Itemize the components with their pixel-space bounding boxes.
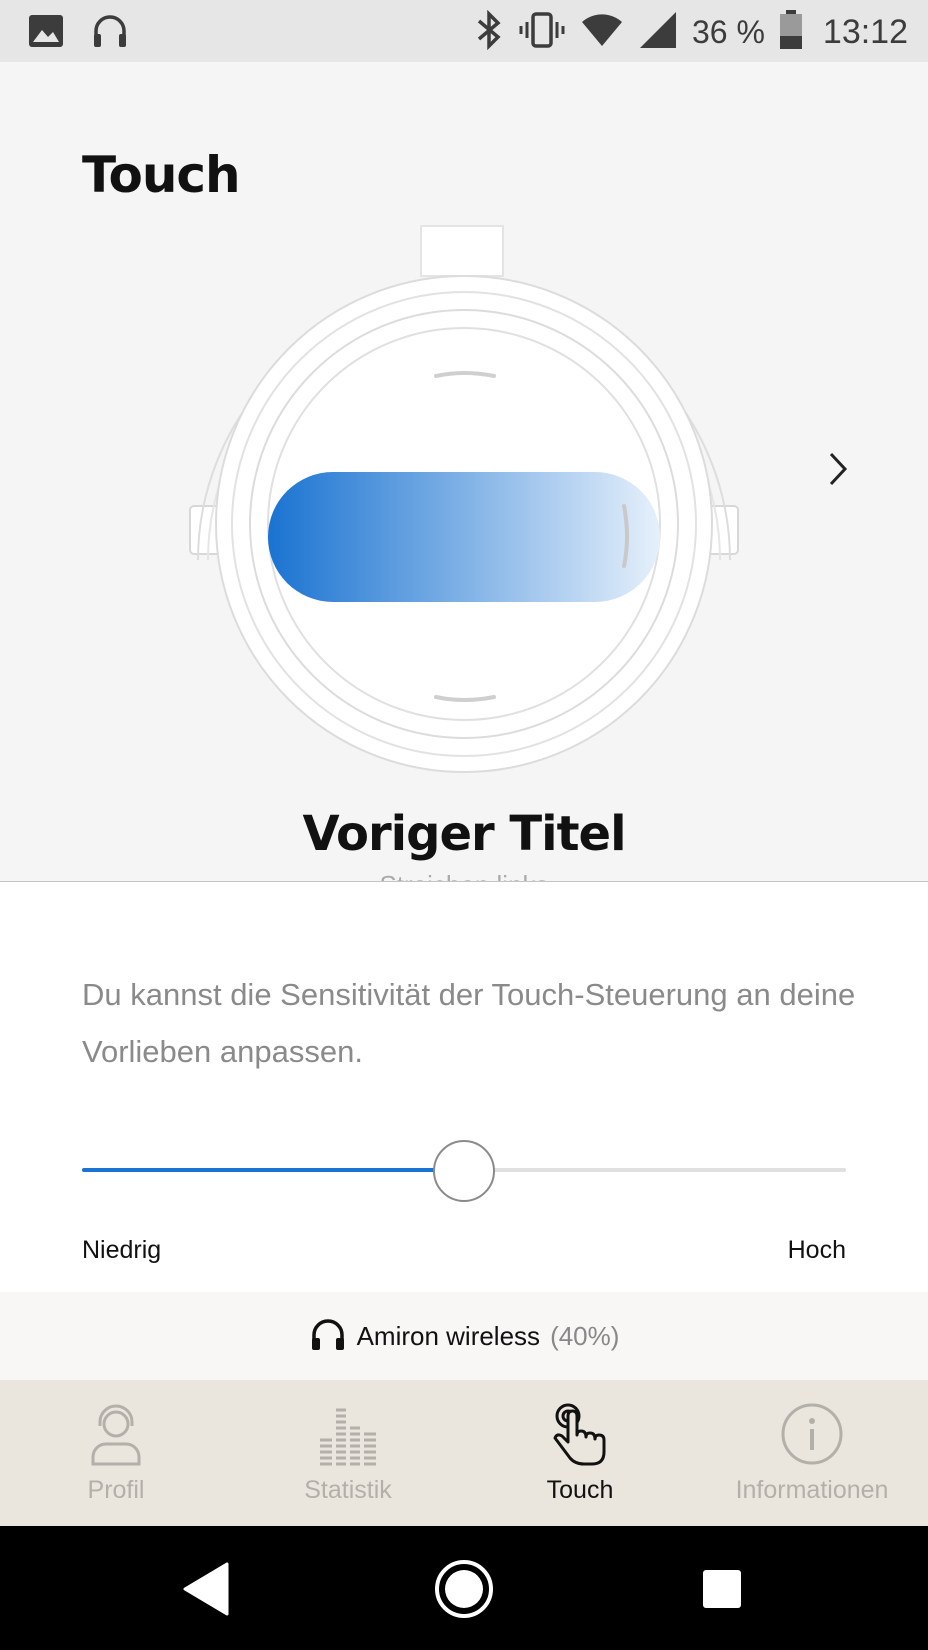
headphones-icon [92, 14, 128, 53]
tab-label: Touch [546, 1476, 614, 1504]
bluetooth-icon [474, 9, 504, 55]
device-name: Amiron wireless [356, 1320, 541, 1351]
tab-touch[interactable]: Touch [464, 1380, 696, 1526]
slider-label-high: Hoch [787, 1236, 846, 1264]
back-button[interactable] [173, 1556, 239, 1622]
statistics-icon [320, 1408, 376, 1466]
slider-fill [82, 1168, 464, 1172]
battery-icon [779, 10, 803, 55]
headphones-icon [309, 1317, 347, 1356]
tab-informationen[interactable]: Informationen [696, 1380, 928, 1526]
wifi-icon [580, 10, 624, 55]
home-button[interactable] [431, 1556, 497, 1622]
clock: 13:12 [822, 13, 908, 51]
info-icon [781, 1403, 843, 1465]
bottom-tab-bar: Profil Statistik Touch Informationen [0, 1380, 928, 1526]
slider-thumb[interactable] [433, 1140, 495, 1202]
slider-label-low: Niedrig [82, 1236, 162, 1264]
gesture-preview-area: Touch Voriger Titel St [0, 62, 928, 882]
battery-percent: 36 % [691, 14, 765, 50]
sensitivity-description: Du kannst die Sensitivität der Touch-Ste… [82, 977, 856, 1069]
touch-icon [553, 1403, 606, 1466]
tab-statistik[interactable]: Statistik [232, 1380, 464, 1526]
next-gesture-button[interactable] [820, 444, 856, 494]
gesture-title: Voriger Titel [302, 806, 626, 862]
swipe-gesture-indicator [268, 472, 660, 602]
tab-label: Profil [87, 1476, 145, 1504]
android-navigation-bar [0, 1526, 928, 1650]
recents-icon [703, 1570, 741, 1608]
profile-icon [91, 1404, 141, 1466]
status-bar: 36 % 13:12 [0, 0, 928, 62]
earcup-illustration [189, 225, 739, 773]
sensitivity-slider[interactable] [82, 1140, 846, 1202]
image-icon [28, 14, 64, 53]
signal-icon [638, 10, 678, 55]
chevron-right-icon [829, 452, 848, 486]
home-icon [435, 1560, 493, 1618]
tab-label: Statistik [304, 1476, 392, 1504]
device-status-bar[interactable]: Amiron wireless (40%) [0, 1292, 928, 1380]
back-icon [183, 1562, 229, 1616]
tab-label: Informationen [735, 1476, 889, 1504]
device-battery: (40%) [550, 1320, 620, 1351]
recents-button[interactable] [689, 1556, 755, 1622]
sensitivity-section: Du kannst die Sensitivität der Touch-Ste… [0, 882, 928, 1292]
vibrate-icon [518, 10, 566, 55]
tab-profil[interactable]: Profil [0, 1380, 232, 1526]
